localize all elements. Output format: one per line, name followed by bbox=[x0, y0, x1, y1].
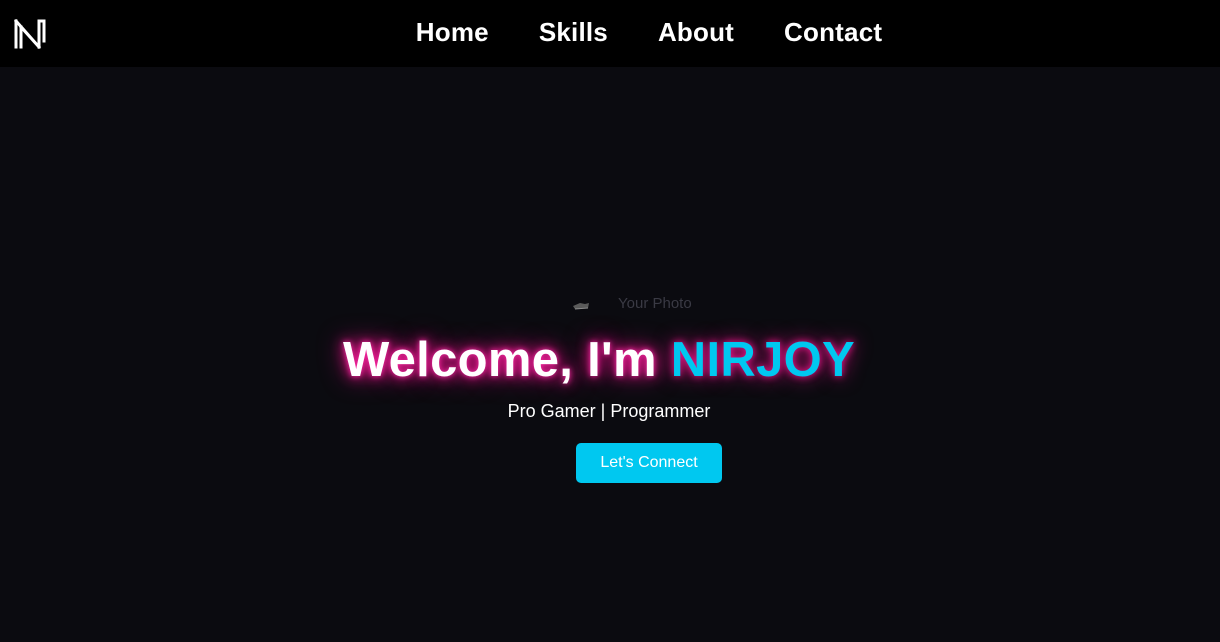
navbar: Home Skills About Contact bbox=[0, 0, 1220, 69]
profile-photo: Your Photo bbox=[572, 295, 692, 312]
nav-link-skills[interactable]: Skills bbox=[539, 17, 608, 48]
nav-link-about[interactable]: About bbox=[658, 17, 734, 48]
lets-connect-button[interactable]: Let's Connect bbox=[576, 443, 722, 483]
photo-alt-text: Your Photo bbox=[618, 295, 692, 312]
hero-headline: Welcome, I'm NIRJOY bbox=[0, 332, 1220, 388]
nav-links: Home Skills About Contact bbox=[0, 0, 1220, 64]
broken-image-icon bbox=[573, 302, 589, 309]
nav-link-home[interactable]: Home bbox=[416, 17, 489, 48]
hero-name: NIRJOY bbox=[670, 333, 856, 387]
welcome-text: Welcome, I'm bbox=[342, 333, 671, 387]
hero-tagline: Pro Gamer | Programmer bbox=[507, 401, 711, 421]
nav-link-contact[interactable]: Contact bbox=[784, 17, 882, 48]
